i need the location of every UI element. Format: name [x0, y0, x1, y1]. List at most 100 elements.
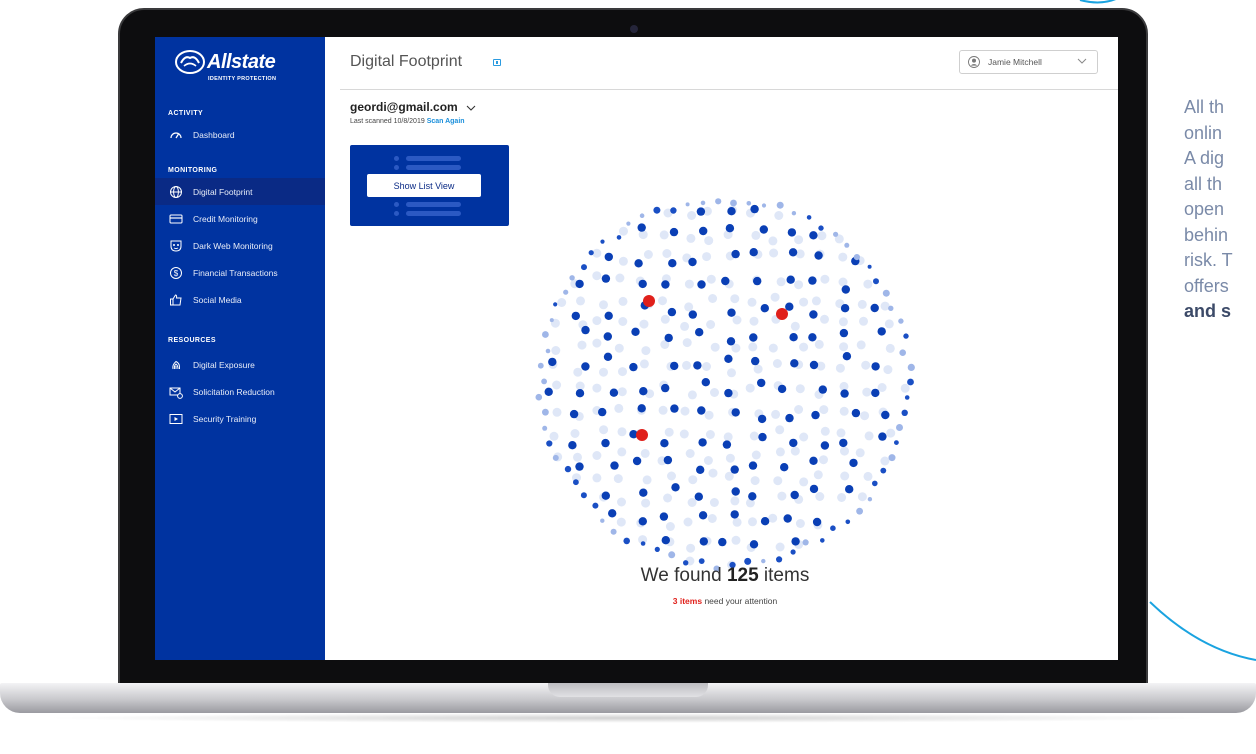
item-bubble	[598, 407, 607, 417]
section-heading-resources: RESOURCES	[168, 337, 216, 344]
sidebar-item-financial-transactions[interactable]: $ Financial Transactions	[155, 259, 325, 286]
item-bubble	[575, 279, 584, 289]
item-bubble	[601, 438, 610, 448]
list-placeholder-dot	[394, 165, 399, 170]
sidebar-item-social-media[interactable]: Social Media	[155, 286, 325, 313]
item-bubble	[818, 385, 827, 394]
item-bubble	[730, 199, 737, 207]
item-bubble	[863, 279, 873, 289]
item-bubble	[639, 387, 648, 396]
sidebar-item-credit-monitoring[interactable]: Credit Monitoring	[155, 205, 325, 232]
item-bubble	[799, 342, 809, 352]
item-bubble	[877, 327, 886, 336]
item-bubble	[618, 256, 628, 266]
item-bubble	[857, 492, 867, 502]
page-title: Digital Footprint	[350, 53, 463, 70]
item-bubble	[790, 321, 800, 331]
item-bubble	[809, 360, 819, 370]
item-bubble	[617, 447, 627, 457]
item-bubble	[665, 522, 675, 531]
item-bubble	[546, 440, 553, 447]
item-bubble	[724, 354, 733, 363]
item-bubble	[685, 202, 690, 207]
item-bubble	[789, 333, 798, 342]
scan-again-link[interactable]: Scan Again	[427, 118, 465, 125]
attention-count[interactable]: 3 items	[673, 596, 702, 606]
item-bubble	[775, 425, 785, 435]
item-bubble	[639, 213, 645, 218]
item-bubble	[641, 346, 651, 356]
item-bubble	[617, 387, 627, 397]
allstate-logo[interactable]: Allstate IDENTITY PROTECTION	[175, 49, 315, 89]
item-bubble	[790, 549, 796, 555]
item-bubble	[573, 479, 579, 486]
item-bubble	[552, 380, 562, 390]
item-bubble	[744, 557, 752, 565]
item-bubble	[683, 517, 693, 527]
item-bubble	[794, 280, 804, 290]
info-icon[interactable]	[493, 59, 501, 66]
item-bubble	[693, 361, 702, 370]
item-bubble	[639, 488, 648, 497]
item-bubble	[687, 498, 697, 507]
item-bubble	[904, 395, 910, 400]
user-menu[interactable]: Jamie Mitchell	[959, 50, 1098, 74]
show-list-view-button[interactable]: Show List View	[367, 174, 481, 197]
digital-footprint-bubble-map[interactable]	[520, 177, 930, 587]
item-bubble	[727, 308, 736, 317]
sidebar-item-security-training[interactable]: Security Training	[155, 405, 325, 432]
item-bubble	[564, 465, 572, 473]
item-bubble	[727, 207, 736, 216]
item-bubble	[748, 461, 758, 470]
sidebar-item-dashboard[interactable]: Dashboard	[155, 121, 325, 148]
item-bubble	[877, 383, 887, 392]
item-bubble	[618, 367, 627, 377]
item-bubble	[704, 236, 714, 246]
sidebar-item-solicitation-reduction[interactable]: Solicitation Reduction	[155, 378, 325, 405]
item-bubble	[687, 390, 697, 400]
item-bubble	[670, 404, 679, 413]
item-bubble	[896, 424, 903, 431]
item-bubble	[610, 528, 617, 535]
alert-bubble[interactable]	[643, 295, 655, 307]
item-bubble	[783, 514, 792, 523]
item-bubble	[749, 431, 759, 441]
item-bubble	[695, 328, 704, 337]
item-bubble	[791, 211, 797, 216]
item-bubble	[839, 342, 849, 352]
account-email[interactable]: geordi@gmail.com	[350, 100, 458, 114]
chevron-down-icon[interactable]	[466, 105, 476, 111]
alert-bubble[interactable]	[636, 429, 648, 441]
item-bubble	[702, 362, 711, 371]
item-bubble	[819, 455, 828, 465]
item-bubble	[637, 404, 646, 413]
hands-logo-icon	[175, 50, 205, 74]
item-bubble	[776, 201, 784, 209]
item-bubble	[632, 456, 642, 466]
item-bubble	[864, 431, 874, 441]
item-bubble	[679, 429, 689, 439]
item-bubble	[857, 299, 867, 309]
sidebar-item-digital-exposure[interactable]: Digital Exposure	[155, 351, 325, 378]
item-bubble	[685, 449, 695, 458]
webcam	[630, 25, 638, 33]
section-heading-activity: ACTIVITY	[168, 110, 204, 117]
item-bubble	[616, 235, 622, 240]
item-bubble	[542, 425, 548, 431]
item-bubble	[592, 383, 602, 393]
item-bubble	[840, 471, 850, 481]
item-bubble	[791, 537, 800, 546]
item-bubble	[599, 300, 608, 310]
sidebar-item-digital-footprint[interactable]: Digital Footprint	[155, 178, 325, 205]
item-bubble	[613, 474, 623, 484]
alert-bubble[interactable]	[776, 308, 788, 320]
item-bubble	[601, 274, 611, 283]
list-placeholder-bar	[406, 202, 461, 207]
item-bubble	[653, 206, 661, 214]
list-placeholder-bar	[406, 165, 461, 170]
item-bubble	[727, 368, 736, 378]
item-bubble	[771, 409, 781, 419]
item-bubble	[643, 250, 653, 259]
item-bubble	[820, 426, 830, 436]
sidebar-item-dark-web-monitoring[interactable]: Dark Web Monitoring	[155, 232, 325, 259]
